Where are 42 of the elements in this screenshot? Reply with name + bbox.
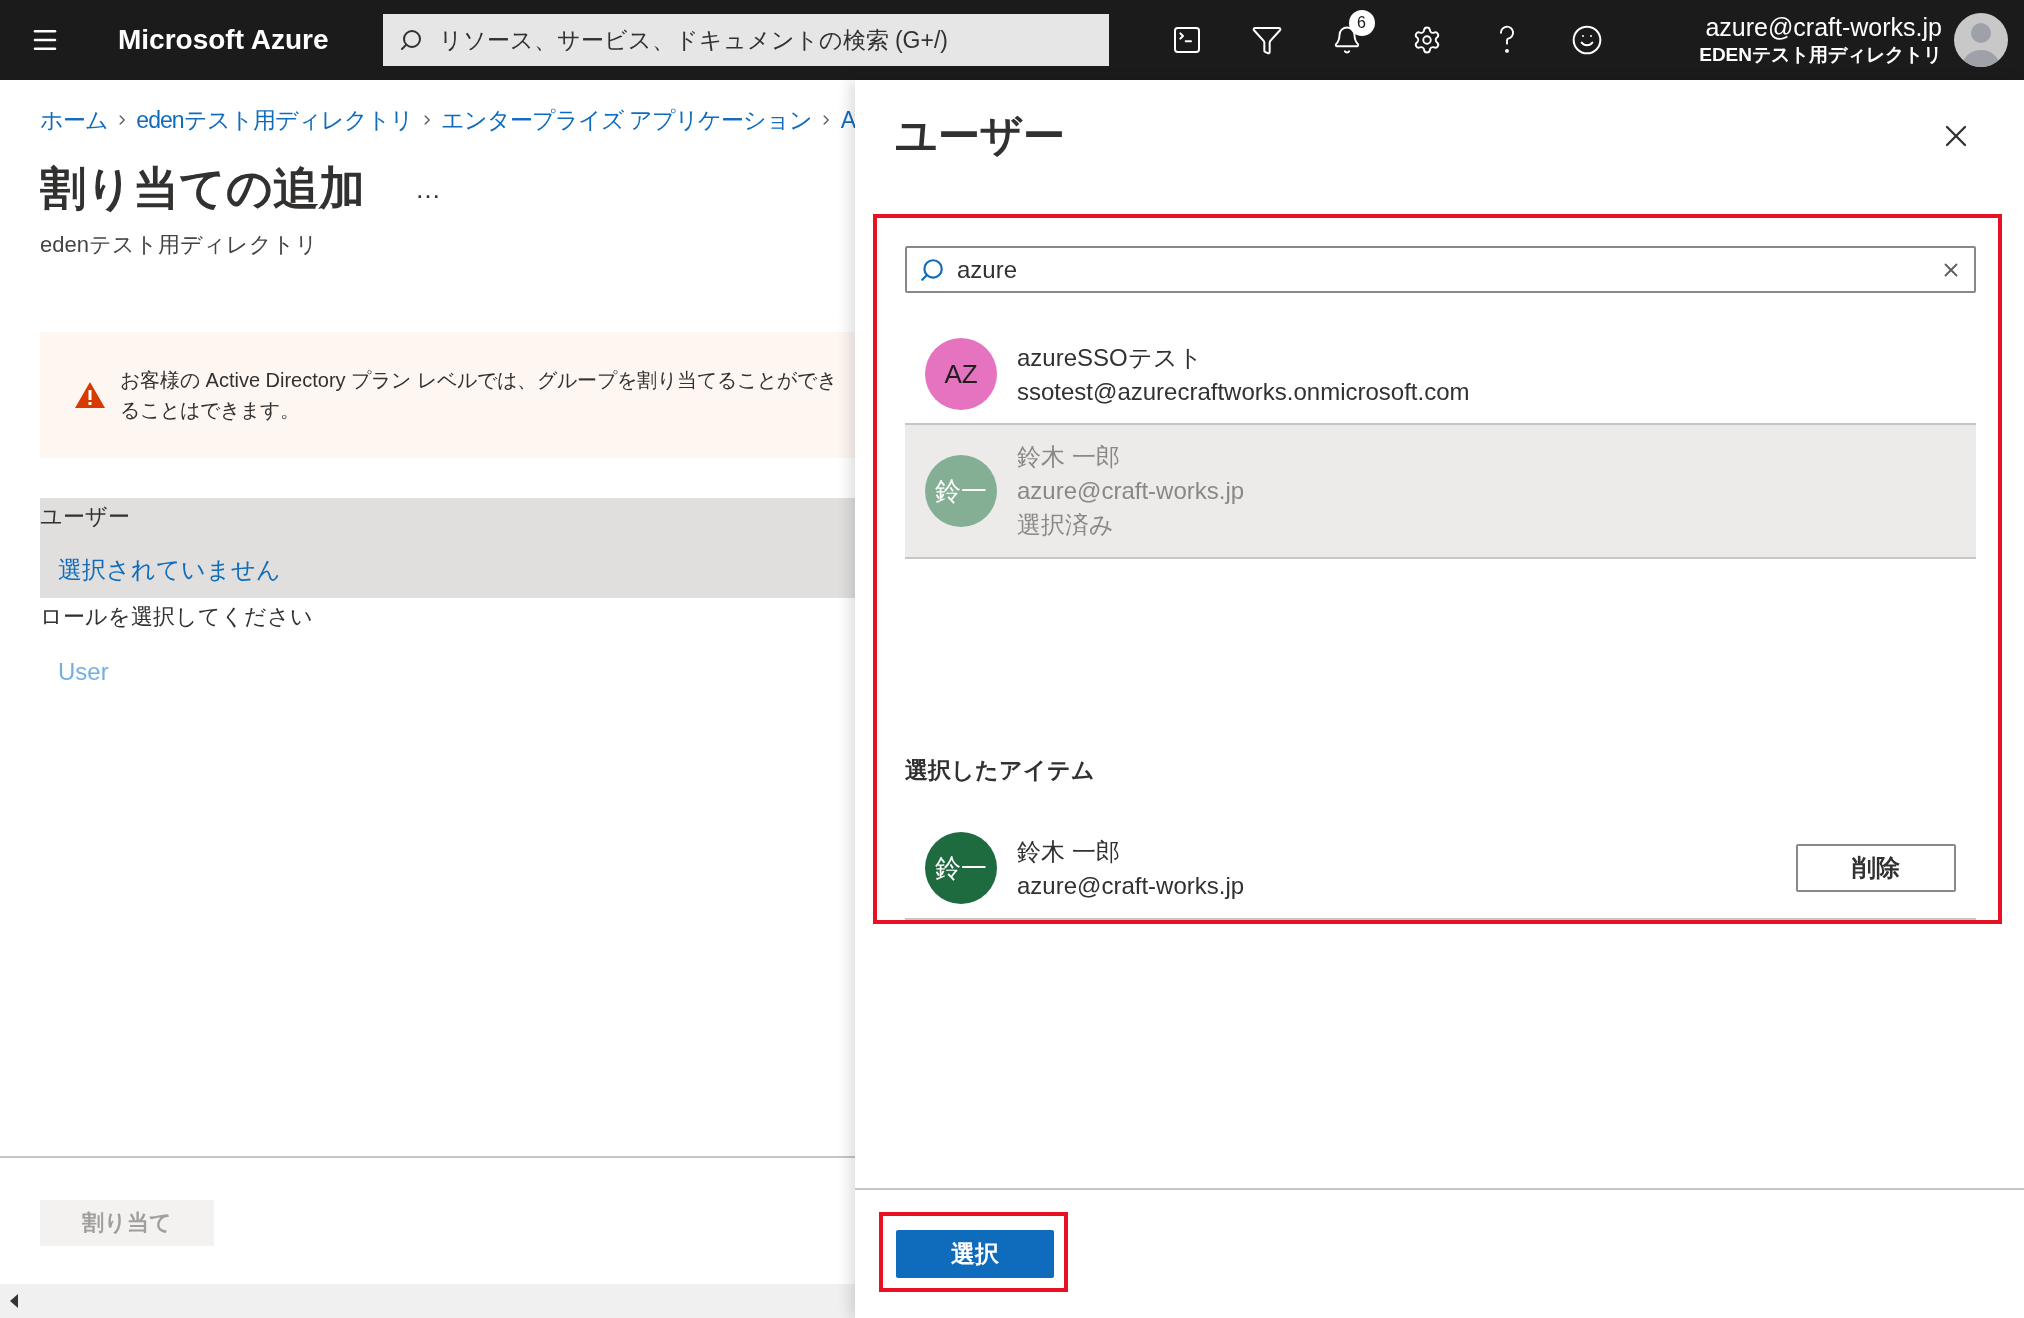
user-avatar: AZ [925, 338, 997, 410]
breadcrumb-link[interactable]: A [840, 106, 855, 134]
remove-button[interactable]: 削除 [1796, 844, 1956, 892]
breadcrumb-link[interactable]: エンタープライズ アプリケーション [440, 104, 813, 136]
user-row[interactable]: 鈴一 鈴木 一郎 azure@craft-works.jp 削除 [905, 818, 1976, 920]
search-input[interactable]: リソース、サービス、ドキュメントの検索 (G+/) [436, 25, 1093, 55]
search-icon [398, 28, 423, 52]
user-search-field[interactable]: azure [905, 246, 1976, 293]
user-email: azure@craft-works.jp [1017, 477, 1246, 505]
notifications-button[interactable]: 6 [1306, 0, 1387, 80]
notification-count: 6 [1348, 10, 1375, 36]
breadcrumb-link[interactable]: edenテスト用ディレクトリ [136, 104, 413, 136]
smiley-icon [1570, 24, 1603, 56]
global-search-field[interactable]: リソース、サービス、ドキュメントの検索 (G+/) [382, 14, 1109, 66]
user-name: 鈴木 一郎 [1017, 837, 1121, 867]
account-directory: EDENテスト用ディレクトリ [1699, 42, 1942, 67]
search-icon [919, 256, 945, 283]
brand-name[interactable]: Microsoft Azure [118, 24, 329, 56]
user-status: 選択済み [1017, 510, 1115, 540]
field-label: ロールを選択してください [40, 603, 314, 631]
breadcrumb-link[interactable]: ホーム [40, 104, 108, 136]
warning-icon [74, 381, 106, 409]
user-email: ssotest@azurecraftworks.onmicrosoft.com [1017, 378, 1471, 406]
user-email: azure@craft-works.jp [1017, 872, 1246, 900]
user-name: 鈴木 一郎 [1017, 442, 1121, 472]
filter-icon [1250, 24, 1283, 56]
user-name: azureSSOテスト [1017, 343, 1204, 373]
users-link[interactable]: 選択されていません [58, 554, 855, 586]
scroll-left-icon[interactable] [10, 1294, 18, 1308]
page-subtitle: edenテスト用ディレクトリ [40, 231, 319, 259]
account-email[interactable]: azure@craft-works.jp [1705, 12, 1942, 42]
field-label: ユーザー [40, 503, 131, 531]
user-avatar: 鈴一 [925, 832, 997, 904]
select-button[interactable]: 選択 [896, 1230, 1054, 1278]
page-title: 割り当ての追加 [40, 161, 365, 216]
account-avatar[interactable] [1954, 13, 2008, 67]
warning-text: お客様の Active Directory プラン レベルでは、グループを割り当てることができ ることはできます。 [120, 368, 837, 423]
horizontal-scrollbar[interactable] [0, 1284, 855, 1318]
panel-title: ユーザー [895, 111, 1065, 161]
user-avatar: 鈴一 [925, 455, 997, 527]
more-button[interactable]: … [415, 173, 441, 205]
selected-items-heading: 選択したアイテム [905, 756, 1096, 785]
